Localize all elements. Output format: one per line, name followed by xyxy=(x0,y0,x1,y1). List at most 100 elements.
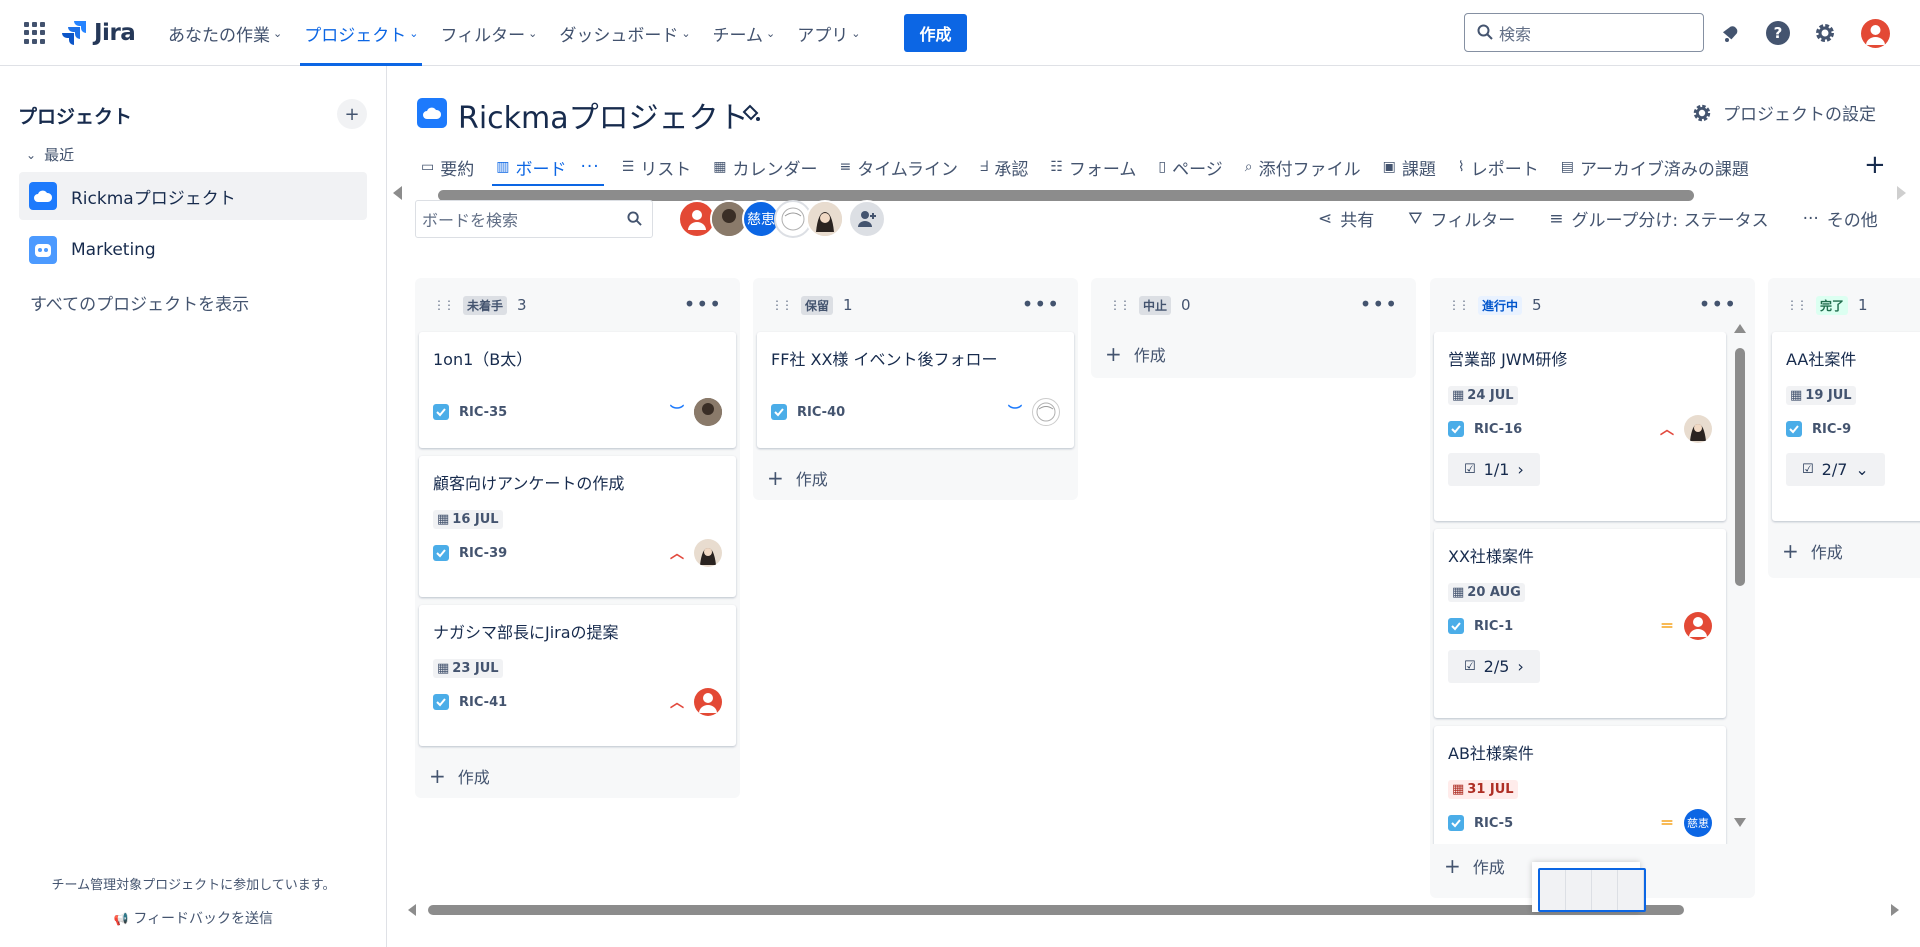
issue-card[interactable]: 1on1（B太） RIC-35 ︶ xyxy=(419,332,736,448)
issue-key[interactable]: RIC-9 xyxy=(1812,422,1920,437)
feedback-link[interactable]: 📢 フィードバックを送信 xyxy=(0,908,387,928)
scroll-up-arrow-icon[interactable] xyxy=(1734,324,1746,333)
create-issue-button[interactable]: + 作成 xyxy=(1091,332,1416,376)
subtasks-button[interactable]: ☑ 2/7 ⌄ xyxy=(1786,453,1885,486)
issue-key[interactable]: RIC-5 xyxy=(1474,816,1660,831)
tab-forms[interactable]: ☷ フォーム xyxy=(1050,150,1136,184)
more-icon[interactable]: ··· xyxy=(580,157,599,177)
scrollbar-thumb[interactable] xyxy=(1735,348,1745,586)
assignee-avatar[interactable]: 慈恵 xyxy=(1684,809,1712,837)
assignee-avatar[interactable] xyxy=(1684,612,1712,640)
column-header[interactable]: ⋮⋮ 保留 1 ••• xyxy=(753,278,1078,332)
jira-logo[interactable]: Jira xyxy=(62,17,136,49)
scroll-right-arrow-icon[interactable] xyxy=(1897,186,1906,200)
issue-key[interactable]: RIC-16 xyxy=(1474,422,1660,437)
tab-calendar[interactable]: ▦ カレンダー xyxy=(713,150,817,184)
tab-board[interactable]: ▥ ボード ··· xyxy=(492,150,605,186)
nav-dashboards[interactable]: ダッシュボード ⌄ xyxy=(551,0,698,66)
create-issue-button[interactable]: + 作成 xyxy=(753,456,1078,500)
tab-pages[interactable]: ▯ ページ xyxy=(1158,150,1222,184)
board-search-input[interactable]: ボードを検索 xyxy=(415,200,653,238)
help-icon[interactable]: ? xyxy=(1765,20,1791,46)
more-button[interactable]: ··· その他 xyxy=(1803,206,1878,232)
sidebar-item-marketing[interactable]: Marketing xyxy=(19,226,367,274)
column-header[interactable]: ⋮⋮ 未着手 3 ••• xyxy=(415,278,740,332)
issue-key[interactable]: RIC-40 xyxy=(797,405,1008,420)
scroll-down-arrow-icon[interactable] xyxy=(1734,818,1746,827)
issue-card[interactable]: AA社案件 ▦ 19 JUL RIC-9 ☑ 2/7 ⌄ xyxy=(1772,332,1920,521)
project-settings-button[interactable]: プロジェクトの設定 xyxy=(1691,100,1876,125)
column-more-icon[interactable]: ••• xyxy=(1360,292,1398,316)
issue-card[interactable]: AB社様案件 ▦ 31 JUL RIC-5 ＝ 慈恵 xyxy=(1434,726,1726,844)
issue-key[interactable]: RIC-39 xyxy=(459,546,670,561)
nav-projects[interactable]: プロジェクト ⌄ xyxy=(296,0,426,66)
tab-timeline[interactable]: ≡ タイムライン xyxy=(839,150,958,184)
nav-your-work[interactable]: あなたの作業 ⌄ xyxy=(160,0,290,66)
drag-handle-icon[interactable]: ⋮⋮ xyxy=(433,298,455,312)
tab-reports[interactable]: ⌇ レポート xyxy=(1458,150,1539,184)
tab-list[interactable]: ☰ リスト xyxy=(622,150,692,184)
recent-section-toggle[interactable]: ⌄ 最近 xyxy=(26,144,74,165)
issue-card[interactable]: 営業部 JWM研修 ▦ 24 JUL RIC-16 ︿ ☑ 1/1 › xyxy=(1434,332,1726,521)
column-more-icon[interactable]: ••• xyxy=(1022,292,1060,316)
minimap-viewport[interactable] xyxy=(1538,868,1646,912)
share-button[interactable]: ⋖ 共有 xyxy=(1318,206,1374,232)
create-button[interactable]: 作成 xyxy=(904,14,967,52)
add-tab-button[interactable]: + xyxy=(1864,150,1886,180)
issue-card[interactable]: FF社 XX様 イベント後フォロー RIC-40 ︶ xyxy=(757,332,1074,448)
tab-summary[interactable]: ▭ 要約 xyxy=(421,150,474,184)
scrollbar-thumb[interactable] xyxy=(428,905,1684,915)
nav-apps[interactable]: アプリ ⌄ xyxy=(789,0,868,66)
create-issue-button[interactable]: + 作成 xyxy=(1768,529,1920,573)
issue-card[interactable]: XX社様案件 ▦ 20 AUG RIC-1 ＝ ☑ 2/5 › xyxy=(1434,529,1726,718)
issue-card[interactable]: ナガシマ部長にJiraの提案 ▦ 23 JUL RIC-41 ︿ xyxy=(419,605,736,746)
column-more-icon[interactable]: ••• xyxy=(1699,292,1737,316)
create-issue-button[interactable]: + 作成 xyxy=(415,754,740,798)
tab-attachments[interactable]: ⌕ 添付ファイル xyxy=(1245,150,1361,184)
search-input[interactable]: 検索 xyxy=(1464,13,1704,52)
issue-card[interactable]: 顧客向けアンケートの作成 ▦ 16 JUL RIC-39 ︿ xyxy=(419,456,736,597)
tab-issues[interactable]: ▣ 課題 xyxy=(1383,150,1436,184)
notifications-icon[interactable] xyxy=(1718,20,1744,46)
subtasks-button[interactable]: ☑ 1/1 › xyxy=(1448,453,1540,486)
assignee-avatar[interactable] xyxy=(1032,398,1060,426)
scroll-left-arrow-icon[interactable] xyxy=(408,904,416,916)
column-header[interactable]: ⋮⋮ 完了 1 xyxy=(1768,278,1920,332)
scroll-right-arrow-icon[interactable] xyxy=(1891,904,1899,916)
settings-gear-icon[interactable] xyxy=(1812,20,1838,46)
add-people-button[interactable] xyxy=(848,200,886,238)
nav-teams[interactable]: チーム ⌄ xyxy=(705,0,784,66)
filter-button[interactable]: ⛛ フィルター xyxy=(1408,206,1515,232)
group-by-button[interactable]: ≡ グループ分け: ステータス xyxy=(1549,206,1768,232)
subtasks-button[interactable]: ☑ 2/5 › xyxy=(1448,650,1540,683)
issue-key[interactable]: RIC-35 xyxy=(459,405,670,420)
paint-bucket-icon[interactable] xyxy=(740,102,762,128)
sidebar-item-rickma-project[interactable]: Rickmaプロジェクト xyxy=(19,172,367,220)
profile-avatar[interactable] xyxy=(1861,19,1890,48)
drag-handle-icon[interactable]: ⋮⋮ xyxy=(1109,298,1131,312)
add-project-button[interactable]: + xyxy=(337,99,367,129)
assignee-avatar[interactable] xyxy=(694,539,722,567)
column-more-icon[interactable]: ••• xyxy=(684,292,722,316)
tabs-scrollbar[interactable] xyxy=(393,186,1906,201)
app-switcher-icon[interactable] xyxy=(24,22,46,44)
nav-filters[interactable]: フィルター ⌄ xyxy=(432,0,545,66)
drag-handle-icon[interactable]: ⋮⋮ xyxy=(1786,298,1808,312)
assignee-avatar[interactable] xyxy=(694,688,722,716)
column-header[interactable]: ⋮⋮ 進行中 5 ••• xyxy=(1430,278,1755,332)
drag-handle-icon[interactable]: ⋮⋮ xyxy=(1448,298,1470,312)
column-header[interactable]: ⋮⋮ 中止 0 ••• xyxy=(1091,278,1416,332)
issue-key[interactable]: RIC-41 xyxy=(459,695,670,710)
assignee-avatar[interactable] xyxy=(694,398,722,426)
drag-handle-icon[interactable]: ⋮⋮ xyxy=(771,298,793,312)
scroll-left-arrow-icon[interactable] xyxy=(393,186,402,200)
avatar[interactable] xyxy=(806,200,844,238)
view-all-projects-link[interactable]: すべてのプロジェクトを表示 xyxy=(30,290,249,315)
issue-key[interactable]: RIC-1 xyxy=(1474,619,1660,634)
board-minimap[interactable] xyxy=(1532,862,1646,912)
board-horizontal-scrollbar[interactable] xyxy=(388,903,1920,917)
tab-approvals[interactable]: ᖵ 承認 xyxy=(980,150,1028,184)
column-scrollbar[interactable] xyxy=(1734,324,1746,827)
assignee-avatar[interactable] xyxy=(1684,415,1712,443)
tab-archived-issues[interactable]: ▤ アーカイブ済みの課題 xyxy=(1561,150,1749,184)
